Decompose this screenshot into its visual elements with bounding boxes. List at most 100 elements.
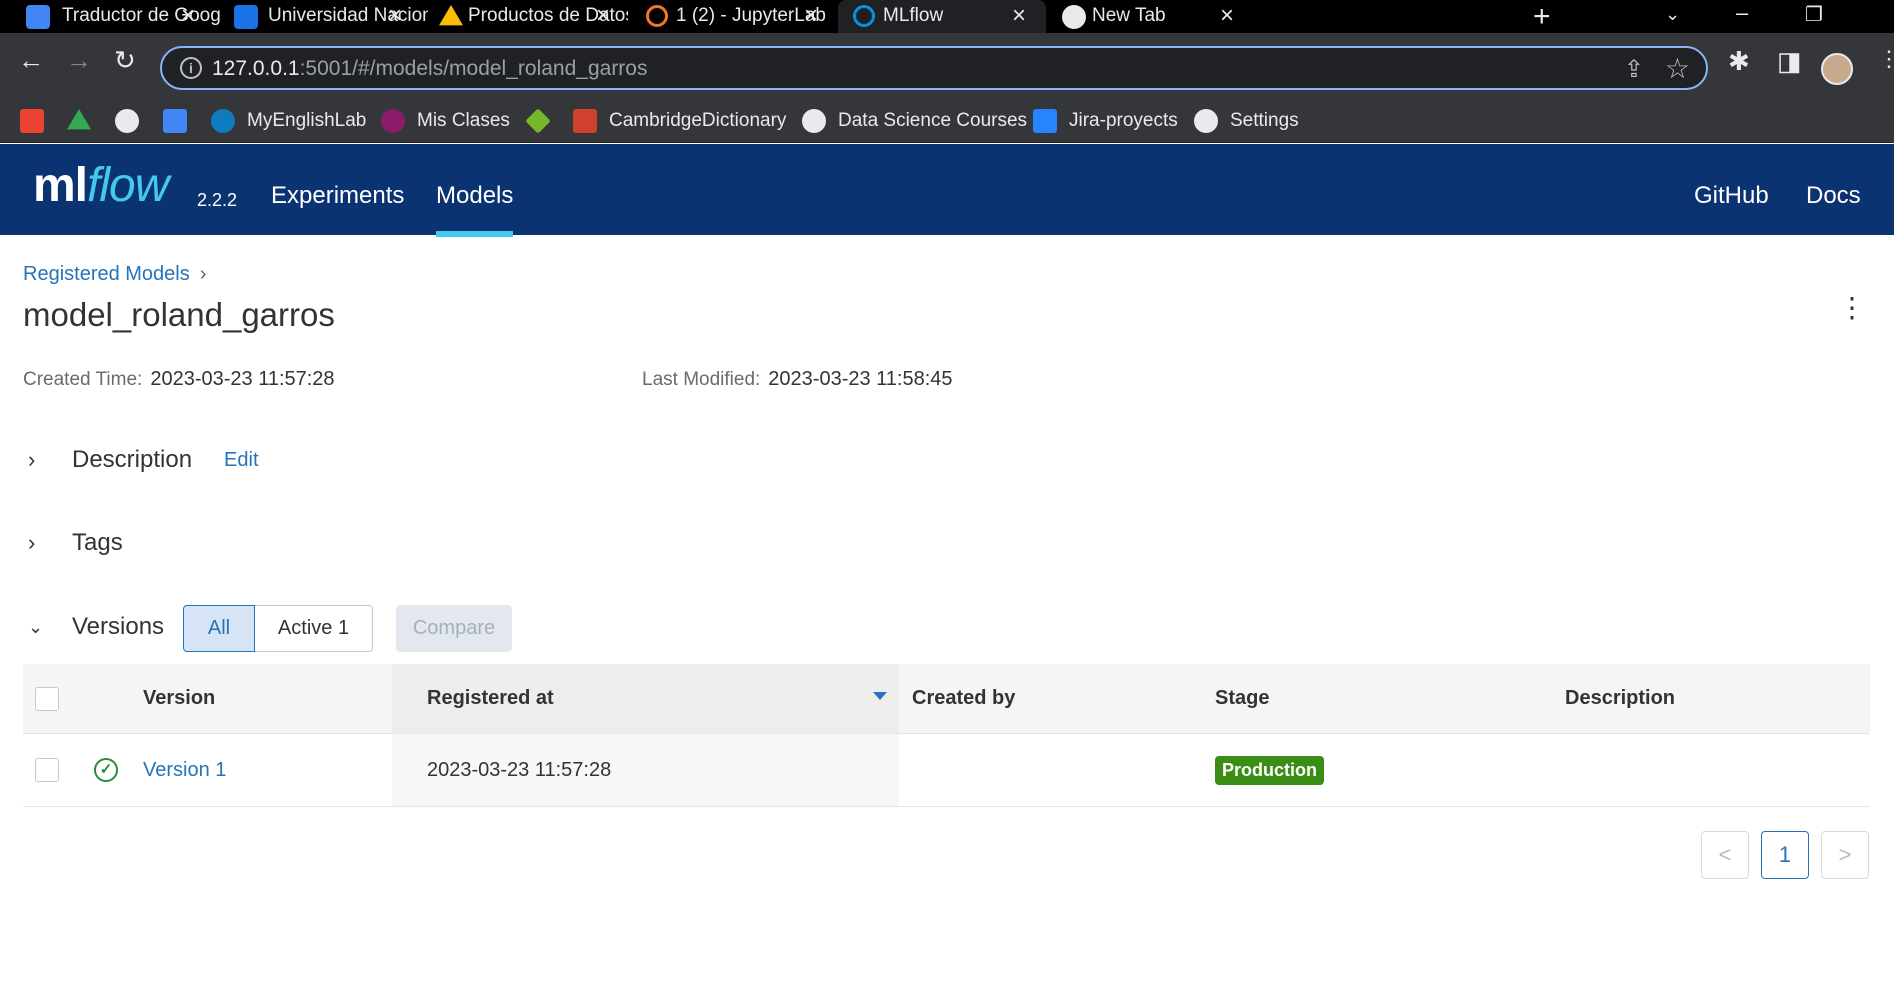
google-translate-icon — [163, 109, 187, 133]
next-page-button[interactable]: > — [1821, 831, 1869, 879]
reload-icon[interactable]: ↻ — [114, 45, 136, 76]
browser-tab-active[interactable]: MLflow × — [838, 0, 1046, 33]
breadcrumb-registered-models[interactable]: Registered Models — [23, 263, 190, 285]
globe-icon — [802, 109, 826, 133]
diamond-icon — [525, 108, 551, 134]
bookmark-label: Mis Clases — [417, 110, 510, 131]
description-heading[interactable]: Description — [72, 446, 192, 474]
chevron-right-icon[interactable]: › — [28, 447, 54, 473]
tab-title: Traductor de Google — [62, 5, 222, 26]
nav-experiments[interactable]: Experiments — [271, 182, 404, 210]
browser-tab[interactable]: 1 (2) - JupyterLab × — [630, 0, 838, 33]
close-icon[interactable]: × — [1012, 2, 1026, 30]
close-icon[interactable]: × — [1220, 2, 1234, 30]
bookmark-cambridge[interactable]: CambridgeDictionary — [573, 107, 786, 135]
tags-section: › Tags — [28, 529, 123, 557]
address-bar[interactable]: i 127.0.0.1:5001/#/models/model_roland_g… — [160, 46, 1708, 90]
docs-link[interactable]: Docs — [1806, 182, 1861, 210]
versions-heading[interactable]: Versions — [72, 613, 164, 641]
github-link[interactable]: GitHub — [1694, 182, 1769, 210]
google-drive-icon — [439, 5, 463, 26]
column-version[interactable]: Version — [143, 664, 215, 733]
page-1-button[interactable]: 1 — [1761, 831, 1809, 879]
url-text[interactable]: 127.0.0.1:5001/#/models/model_roland_gar… — [212, 57, 647, 81]
created-time-value: 2023-03-23 11:57:28 — [150, 368, 335, 390]
select-all-checkbox[interactable] — [35, 686, 59, 711]
filter-active-button[interactable]: Active 1 — [255, 605, 373, 652]
sort-descending-icon[interactable] — [873, 692, 887, 700]
breadcrumb: Registered Models › — [23, 263, 206, 286]
bookmark-settings[interactable]: Settings — [1194, 107, 1299, 135]
google-translate-icon — [26, 5, 50, 29]
registered-at-value: 2023-03-23 11:57:28 — [392, 734, 899, 806]
more-options-icon[interactable]: ⋮ — [1838, 294, 1866, 322]
close-icon[interactable]: × — [388, 2, 402, 30]
version-link[interactable]: Version 1 — [143, 734, 226, 806]
tags-heading[interactable]: Tags — [72, 529, 123, 557]
version-filter: All Active 1 — [183, 605, 373, 652]
side-panel-icon[interactable]: ◨ — [1777, 46, 1802, 77]
edit-description-link[interactable]: Edit — [224, 449, 258, 472]
new-tab-button[interactable]: + — [1533, 0, 1551, 34]
column-description[interactable]: Description — [1565, 664, 1675, 733]
bookmark-myenglishlab[interactable]: MyEnglishLab — [211, 107, 366, 135]
close-icon[interactable]: × — [804, 2, 818, 30]
browser-tab[interactable]: Traductor de Google × — [0, 0, 222, 33]
forward-icon[interactable]: → — [66, 45, 92, 76]
mlflow-logo[interactable]: mlflow — [33, 158, 169, 213]
row-checkbox[interactable] — [35, 758, 59, 782]
column-created-by[interactable]: Created by — [912, 664, 1015, 733]
close-icon[interactable]: × — [181, 2, 195, 30]
share-icon[interactable]: ⇪ — [1624, 55, 1644, 84]
bookmark-label: CambridgeDictionary — [609, 110, 787, 131]
bookmark-diamond[interactable] — [525, 107, 562, 135]
last-modified-label: Last Modified: — [642, 369, 761, 390]
page-title: model_roland_garros — [23, 296, 335, 333]
chrome-icon — [1062, 5, 1086, 29]
jupyter-icon — [646, 5, 668, 27]
bookmark-drive[interactable] — [67, 107, 103, 135]
status-cell: ✓ — [94, 734, 118, 806]
bookmark-label: MyEnglishLab — [247, 110, 367, 131]
filter-all-button[interactable]: All — [183, 605, 255, 652]
bookmark-mis-clases[interactable]: Mis Clases — [381, 107, 510, 135]
column-registered-at-label: Registered at — [427, 687, 554, 709]
bookmark-data-science[interactable]: Data Science Courses — [802, 107, 1027, 135]
browser-tab[interactable]: Universidad Nacional × — [215, 0, 428, 33]
bookmark-gmail[interactable] — [20, 107, 56, 135]
close-icon[interactable]: × — [596, 2, 610, 30]
description-section: › Description Edit — [28, 446, 259, 474]
bookmark-translate[interactable] — [163, 107, 199, 135]
browser-tab[interactable]: Productos de Datos × — [422, 0, 630, 33]
column-registered-at[interactable]: Registered at — [392, 664, 899, 733]
tab-search-icon[interactable]: ⌄ — [1665, 4, 1680, 25]
column-stage[interactable]: Stage — [1215, 664, 1269, 733]
table-row: ✓ Version 1 2023-03-23 11:57:28 Producti… — [23, 734, 1870, 807]
browser-tab[interactable]: New Tab × — [1046, 0, 1254, 33]
gear-icon — [1194, 109, 1218, 133]
minimize-icon[interactable]: – — [1736, 0, 1748, 26]
compare-button[interactable]: Compare — [396, 605, 512, 652]
table-header: Version Registered at Created by Stage D… — [23, 664, 1870, 734]
back-icon[interactable]: ← — [18, 45, 44, 76]
extensions-icon[interactable]: ✱ — [1728, 46, 1750, 77]
bookmark-jira[interactable]: Jira-proyects — [1033, 107, 1178, 135]
bookmark-label: Jira-proyects — [1069, 110, 1178, 131]
url-host: 127.0.0.1 — [212, 57, 300, 80]
chevron-right-icon[interactable]: › — [28, 530, 54, 556]
prev-page-button[interactable]: < — [1701, 831, 1749, 879]
bookmarks-bar: MyEnglishLab Mis Clases CambridgeDiction… — [0, 99, 1894, 143]
version-label: 2.2.2 — [197, 190, 238, 210]
profile-avatar[interactable] — [1821, 53, 1853, 85]
nav-models[interactable]: Models — [436, 182, 514, 237]
versions-table: Version Registered at Created by Stage D… — [23, 664, 1870, 807]
bookmark-github[interactable] — [115, 107, 151, 135]
chevron-down-icon[interactable]: ⌄ — [28, 617, 54, 638]
url-path: :5001/#/models/model_roland_garros — [299, 57, 648, 80]
menu-icon[interactable]: ⋮ — [1878, 46, 1894, 72]
restore-icon[interactable]: ❐ — [1805, 2, 1823, 27]
created-time-label: Created Time: — [23, 369, 143, 390]
site-info-icon[interactable]: i — [180, 57, 202, 79]
bookmark-star-icon[interactable]: ☆ — [1665, 52, 1690, 85]
stage-cell: Production — [1215, 734, 1324, 806]
